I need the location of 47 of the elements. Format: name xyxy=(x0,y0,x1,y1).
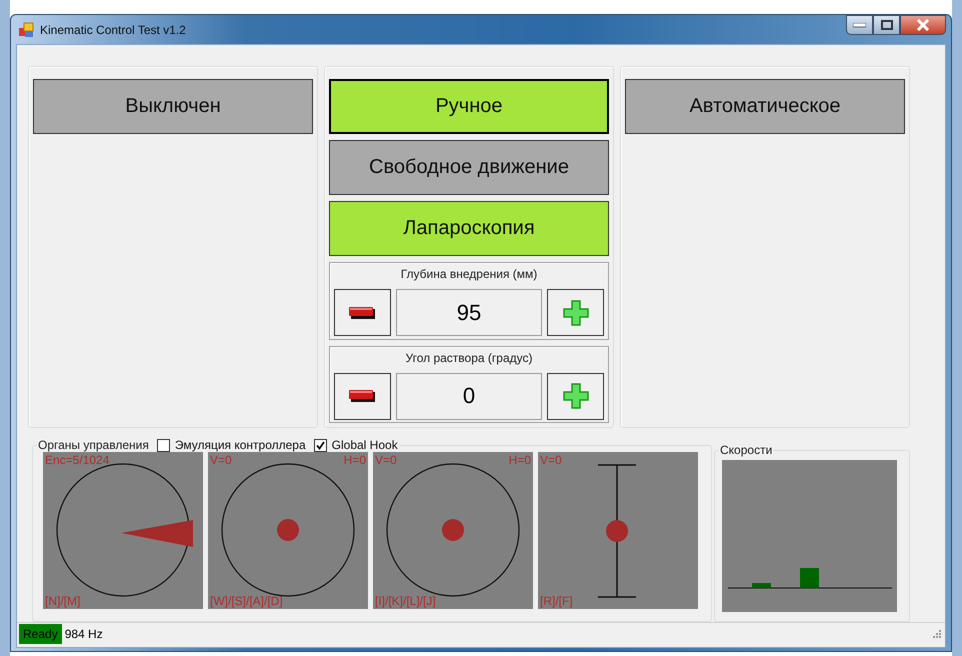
pointer-wedge xyxy=(121,520,193,547)
mode-button[interactable]: Лапароскопия xyxy=(329,201,609,256)
mode-button[interactable]: Автоматическое xyxy=(625,79,905,134)
group-label: Скорости xyxy=(720,443,772,457)
checkbox[interactable]: Эмуляция контроллера xyxy=(156,438,306,452)
minus-icon xyxy=(348,388,376,404)
maximize-icon xyxy=(880,20,892,30)
resize-grip-icon xyxy=(932,629,942,639)
decrease-button[interactable] xyxy=(334,372,391,420)
key-hint: [N]/[M] xyxy=(45,594,82,608)
stepper-label: Угол раствора (градус) xyxy=(404,350,534,366)
position-dot xyxy=(606,520,628,542)
checkmark-icon xyxy=(316,440,325,450)
maximize-button[interactable] xyxy=(873,15,900,35)
key-hint: [R]/[F] xyxy=(540,594,574,608)
close-button[interactable] xyxy=(900,15,946,35)
stepper-label: Глубина внедрения (мм) xyxy=(400,266,538,283)
increase-button[interactable] xyxy=(547,372,604,420)
axis-readout: V=0 xyxy=(540,453,562,467)
axis-readout: H=0 xyxy=(344,453,366,467)
axis-readout: V=0 xyxy=(375,453,397,467)
key-hint: [I]/[K]/[L]/[J] xyxy=(375,594,437,608)
axis-readout: V=0 xyxy=(210,453,232,467)
increase-button[interactable] xyxy=(547,289,604,336)
mode-button[interactable]: Выключен xyxy=(33,79,313,134)
mode-button[interactable]: Ручное xyxy=(329,79,609,134)
axis-readout: H=0 xyxy=(508,453,531,467)
minus-icon xyxy=(348,304,376,320)
mode-button[interactable]: Свободное движение xyxy=(329,140,609,195)
position-dot xyxy=(442,519,464,541)
status-text: Ready xyxy=(19,624,62,644)
window-title: Kinematic Control Test v1.2 xyxy=(40,22,187,36)
plus-icon xyxy=(562,298,590,326)
decrease-button[interactable] xyxy=(334,289,391,336)
group-label: Органы управления xyxy=(38,438,149,452)
frequency-text: 984 Hz xyxy=(64,627,103,641)
value-display: 0 xyxy=(396,372,542,420)
minimize-icon xyxy=(853,22,866,28)
plus-icon xyxy=(562,382,590,410)
app-icon xyxy=(18,22,34,38)
value-display: 95 xyxy=(396,289,542,336)
minimize-button[interactable] xyxy=(846,15,873,35)
checkbox[interactable]: Global Hook xyxy=(314,438,398,452)
key-hint: [W]/[S]/[A]/[D] xyxy=(210,594,284,608)
position-dot xyxy=(277,519,299,541)
axis-readout: Enc=5/1024 xyxy=(45,453,110,467)
close-icon xyxy=(916,19,930,31)
